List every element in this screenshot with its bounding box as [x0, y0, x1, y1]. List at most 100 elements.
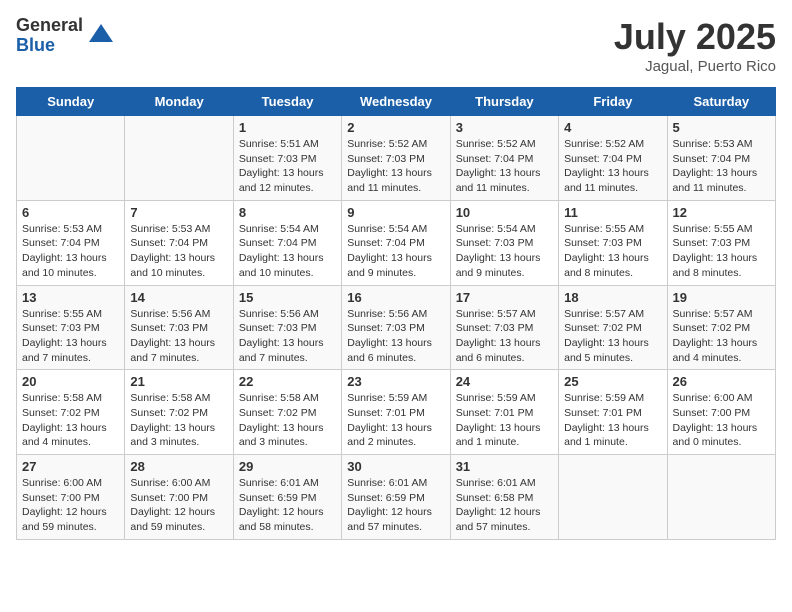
month-year-title: July 2025: [614, 16, 776, 58]
calendar-cell: 5 Sunrise: 5:53 AM Sunset: 7:04 PM Daylig…: [667, 116, 775, 201]
day-info: Sunrise: 5:57 AM Sunset: 7:03 PM Dayligh…: [456, 307, 553, 366]
weekday-header-row: SundayMondayTuesdayWednesdayThursdayFrid…: [17, 88, 776, 116]
calendar-cell: [559, 455, 667, 540]
calendar-cell: [125, 116, 233, 201]
location-subtitle: Jagual, Puerto Rico: [614, 58, 776, 75]
day-number: 21: [130, 374, 227, 389]
calendar-cell: 16 Sunrise: 5:56 AM Sunset: 7:03 PM Dayli…: [342, 285, 450, 370]
day-number: 14: [130, 290, 227, 305]
weekday-header-tuesday: Tuesday: [233, 88, 341, 116]
calendar-cell: 9Sunrise: 5:54 AM Sunset: 7:04 PM Daylig…: [342, 200, 450, 285]
calendar-cell: [667, 455, 775, 540]
calendar-cell: 24 Sunrise: 5:59 AM Sunset: 7:01 PM Dayli…: [450, 370, 558, 455]
weekday-header-friday: Friday: [559, 88, 667, 116]
day-info: Sunrise: 5:57 AM Sunset: 7:02 PM Dayligh…: [564, 307, 661, 366]
day-number: 31: [456, 459, 553, 474]
day-info: Sunrise: 5:53 AM Sunset: 7:04 PM Dayligh…: [673, 137, 770, 196]
day-info: Sunrise: 5:55 AM Sunset: 7:03 PM Dayligh…: [22, 307, 119, 366]
weekday-header-monday: Monday: [125, 88, 233, 116]
logo: General Blue: [16, 16, 115, 56]
weekday-header-thursday: Thursday: [450, 88, 558, 116]
day-info: Sunrise: 5:56 AM Sunset: 7:03 PM Dayligh…: [347, 307, 444, 366]
calendar-cell: 25 Sunrise: 5:59 AM Sunset: 7:01 PM Dayli…: [559, 370, 667, 455]
day-info: Sunrise: 5:56 AM Sunset: 7:03 PM Dayligh…: [130, 307, 227, 366]
day-number: 15: [239, 290, 336, 305]
day-info: Sunrise: 5:58 AM Sunset: 7:02 PM Dayligh…: [239, 391, 336, 450]
logo-icon: [87, 22, 115, 50]
day-number: 5: [673, 120, 770, 135]
day-info: Sunrise: 5:57 AM Sunset: 7:02 PM Dayligh…: [673, 307, 770, 366]
calendar-cell: 8Sunrise: 5:54 AM Sunset: 7:04 PM Daylig…: [233, 200, 341, 285]
calendar-cell: 3 Sunrise: 5:52 AM Sunset: 7:04 PM Daylig…: [450, 116, 558, 201]
day-number: 6: [22, 205, 119, 220]
day-number: 13: [22, 290, 119, 305]
day-info: Sunrise: 6:01 AM Sunset: 6:59 PM Dayligh…: [347, 476, 444, 535]
day-number: 16: [347, 290, 444, 305]
calendar-cell: 21 Sunrise: 5:58 AM Sunset: 7:02 PM Dayli…: [125, 370, 233, 455]
day-info: Sunrise: 6:00 AM Sunset: 7:00 PM Dayligh…: [22, 476, 119, 535]
day-number: 22: [239, 374, 336, 389]
calendar-cell: 30Sunrise: 6:01 AM Sunset: 6:59 PM Dayli…: [342, 455, 450, 540]
calendar-cell: 31 Sunrise: 6:01 AM Sunset: 6:58 PM Dayli…: [450, 455, 558, 540]
day-number: 12: [673, 205, 770, 220]
day-info: Sunrise: 5:55 AM Sunset: 7:03 PM Dayligh…: [564, 222, 661, 281]
day-info: Sunrise: 5:52 AM Sunset: 7:04 PM Dayligh…: [564, 137, 661, 196]
calendar-cell: 18Sunrise: 5:57 AM Sunset: 7:02 PM Dayli…: [559, 285, 667, 370]
day-info: Sunrise: 5:55 AM Sunset: 7:03 PM Dayligh…: [673, 222, 770, 281]
day-info: Sunrise: 6:01 AM Sunset: 6:59 PM Dayligh…: [239, 476, 336, 535]
day-number: 19: [673, 290, 770, 305]
day-number: 1: [239, 120, 336, 135]
calendar-cell: 11Sunrise: 5:55 AM Sunset: 7:03 PM Dayli…: [559, 200, 667, 285]
calendar-cell: 7 Sunrise: 5:53 AM Sunset: 7:04 PM Daylig…: [125, 200, 233, 285]
calendar-cell: 20 Sunrise: 5:58 AM Sunset: 7:02 PM Dayli…: [17, 370, 125, 455]
day-number: 3: [456, 120, 553, 135]
calendar-cell: 12 Sunrise: 5:55 AM Sunset: 7:03 PM Dayli…: [667, 200, 775, 285]
day-info: Sunrise: 5:59 AM Sunset: 7:01 PM Dayligh…: [564, 391, 661, 450]
day-number: 24: [456, 374, 553, 389]
day-info: Sunrise: 5:59 AM Sunset: 7:01 PM Dayligh…: [456, 391, 553, 450]
calendar-cell: [17, 116, 125, 201]
day-number: 7: [130, 205, 227, 220]
calendar-cell: 28 Sunrise: 6:00 AM Sunset: 7:00 PM Dayli…: [125, 455, 233, 540]
day-number: 27: [22, 459, 119, 474]
day-info: Sunrise: 6:00 AM Sunset: 7:00 PM Dayligh…: [130, 476, 227, 535]
weekday-header-saturday: Saturday: [667, 88, 775, 116]
day-info: Sunrise: 5:58 AM Sunset: 7:02 PM Dayligh…: [130, 391, 227, 450]
calendar-cell: 4 Sunrise: 5:52 AM Sunset: 7:04 PM Daylig…: [559, 116, 667, 201]
calendar-week-row: 6 Sunrise: 5:53 AM Sunset: 7:04 PM Daylig…: [17, 200, 776, 285]
day-info: Sunrise: 5:54 AM Sunset: 7:04 PM Dayligh…: [347, 222, 444, 281]
day-info: Sunrise: 6:01 AM Sunset: 6:58 PM Dayligh…: [456, 476, 553, 535]
calendar-table: SundayMondayTuesdayWednesdayThursdayFrid…: [16, 87, 776, 540]
day-number: 29: [239, 459, 336, 474]
day-info: Sunrise: 6:00 AM Sunset: 7:00 PM Dayligh…: [673, 391, 770, 450]
day-info: Sunrise: 5:59 AM Sunset: 7:01 PM Dayligh…: [347, 391, 444, 450]
day-number: 20: [22, 374, 119, 389]
calendar-cell: 6Sunrise: 5:53 AM Sunset: 7:04 PM Daylig…: [17, 200, 125, 285]
calendar-cell: 29 Sunrise: 6:01 AM Sunset: 6:59 PM Dayli…: [233, 455, 341, 540]
day-number: 28: [130, 459, 227, 474]
calendar-cell: 2Sunrise: 5:52 AM Sunset: 7:03 PM Daylig…: [342, 116, 450, 201]
calendar-week-row: 13 Sunrise: 5:55 AM Sunset: 7:03 PM Dayli…: [17, 285, 776, 370]
day-number: 23: [347, 374, 444, 389]
day-info: Sunrise: 5:52 AM Sunset: 7:03 PM Dayligh…: [347, 137, 444, 196]
day-info: Sunrise: 5:52 AM Sunset: 7:04 PM Dayligh…: [456, 137, 553, 196]
day-number: 25: [564, 374, 661, 389]
calendar-cell: 1Sunrise: 5:51 AM Sunset: 7:03 PM Daylig…: [233, 116, 341, 201]
day-number: 4: [564, 120, 661, 135]
calendar-cell: 17 Sunrise: 5:57 AM Sunset: 7:03 PM Dayli…: [450, 285, 558, 370]
calendar-week-row: 1Sunrise: 5:51 AM Sunset: 7:03 PM Daylig…: [17, 116, 776, 201]
logo-general-text: General: [16, 16, 83, 36]
calendar-cell: 13 Sunrise: 5:55 AM Sunset: 7:03 PM Dayli…: [17, 285, 125, 370]
day-info: Sunrise: 5:53 AM Sunset: 7:04 PM Dayligh…: [130, 222, 227, 281]
day-number: 8: [239, 205, 336, 220]
calendar-cell: 19 Sunrise: 5:57 AM Sunset: 7:02 PM Dayli…: [667, 285, 775, 370]
weekday-header-sunday: Sunday: [17, 88, 125, 116]
calendar-week-row: 20 Sunrise: 5:58 AM Sunset: 7:02 PM Dayli…: [17, 370, 776, 455]
day-info: Sunrise: 5:56 AM Sunset: 7:03 PM Dayligh…: [239, 307, 336, 366]
day-info: Sunrise: 5:58 AM Sunset: 7:02 PM Dayligh…: [22, 391, 119, 450]
day-number: 26: [673, 374, 770, 389]
day-number: 17: [456, 290, 553, 305]
weekday-header-wednesday: Wednesday: [342, 88, 450, 116]
calendar-cell: 10Sunrise: 5:54 AM Sunset: 7:03 PM Dayli…: [450, 200, 558, 285]
title-block: July 2025 Jagual, Puerto Rico: [614, 16, 776, 75]
